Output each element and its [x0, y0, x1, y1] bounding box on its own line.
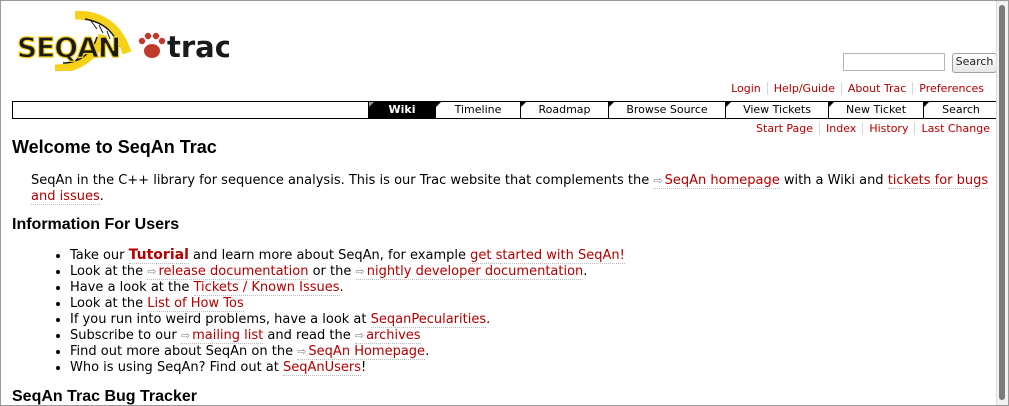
list-item-text: .	[583, 264, 588, 279]
list-item-link[interactable]: ⇨ archives	[354, 328, 421, 344]
list-item-text: Find out more about SeqAn on the	[70, 344, 298, 359]
about-trac-link[interactable]: About Trac	[840, 82, 913, 95]
intro-text: SeqAn in the C++ library for sequence an…	[31, 173, 654, 188]
list-item-text: Subscribe to our	[70, 328, 181, 343]
bug-tracker-heading: SeqAn Trac Bug Tracker	[12, 388, 197, 405]
list-item-text: or the	[308, 264, 356, 279]
preferences-link[interactable]: Preferences	[912, 82, 990, 95]
list-item-link[interactable]: Tutorial	[128, 247, 189, 264]
list-item-link[interactable]: List of How Tos	[147, 296, 244, 312]
list-item-text: .	[425, 344, 430, 359]
list-item-link-label: Tickets / Known Issues	[193, 280, 340, 295]
context-navigation: Start Page Index History Last Change	[750, 122, 996, 135]
list-item-text: Look at the	[70, 264, 148, 279]
list-item-link[interactable]: ⇨ SeqAn Homepage	[297, 344, 426, 360]
scrollbar-thumb[interactable]	[999, 5, 1005, 400]
logo-text-seqan: SEQAN	[17, 31, 120, 64]
list-item-link-label: archives	[366, 328, 421, 343]
list-item-text: If you run into weird problems, have a l…	[70, 312, 371, 327]
external-link-icon: ⇨	[653, 174, 663, 187]
intro-paragraph: SeqAn in the C++ library for sequence an…	[31, 173, 991, 205]
intro-text: .	[99, 189, 104, 204]
list-item: Find out more about SeqAn on the ⇨SeqAn …	[70, 344, 625, 360]
list-item: If you run into weird problems, have a l…	[70, 312, 625, 328]
meta-navigation: Login Help/Guide About Trac Preferences	[725, 82, 990, 95]
list-item-link-label: SeqAn Homepage	[308, 344, 426, 359]
list-item-link[interactable]: ⇨ nightly developer documentation	[355, 264, 584, 280]
seqan-homepage-link-label: SeqAn homepage	[664, 173, 780, 188]
list-item: Have a look at the Tickets / Known Issue…	[70, 280, 625, 296]
list-item-text: .	[339, 280, 344, 295]
paw-icon	[138, 32, 166, 58]
list-item-text: !	[361, 360, 367, 375]
main-navigation: Wiki Timeline Roadmap Browse Source View…	[12, 101, 999, 119]
tab-roadmap[interactable]: Roadmap	[520, 102, 608, 118]
seqan-trac-logo[interactable]: SEQAN trac	[15, 11, 229, 71]
intro-text: with a Wiki and	[779, 173, 888, 188]
tab-view-tickets[interactable]: View Tickets	[725, 102, 828, 118]
browser-page: SEQAN trac Search Login Help/Guide About T…	[0, 0, 1009, 406]
tab-search[interactable]: Search	[923, 102, 998, 118]
history-link[interactable]: History	[862, 122, 915, 135]
list-item-link-label: Tutorial	[128, 247, 189, 263]
list-item-link-label: release documentation	[158, 264, 309, 279]
list-item-text: and read the	[263, 328, 355, 343]
list-item-link[interactable]: Tickets / Known Issues	[193, 280, 340, 296]
list-item: Look at the ⇨release documentation or th…	[70, 264, 625, 280]
list-item-link[interactable]: ⇨ mailing list	[180, 328, 264, 344]
list-item-link-label: mailing list	[192, 328, 264, 343]
vertical-scrollbar[interactable]	[996, 1, 1008, 405]
list-item-text: Take our	[70, 248, 129, 263]
index-link[interactable]: Index	[819, 122, 863, 135]
start-page-link[interactable]: Start Page	[750, 122, 819, 135]
list-item: Who is using SeqAn? Find out at SeqAnUse…	[70, 360, 625, 376]
help-guide-link[interactable]: Help/Guide	[766, 82, 841, 95]
list-item-link-label: get started with SeqAn!	[470, 248, 625, 263]
external-link-icon: ⇨	[180, 329, 191, 342]
list-item: Look at the List of How Tos	[70, 296, 625, 312]
list-item-link-label: SeqAnUsers	[283, 360, 362, 375]
search-input[interactable]	[843, 53, 945, 71]
main-navigation-spacer	[13, 102, 368, 118]
search-button[interactable]: Search	[952, 53, 997, 73]
tab-new-ticket[interactable]: New Ticket	[828, 102, 923, 118]
external-link-icon: ⇨	[354, 329, 365, 342]
external-link-icon: ⇨	[297, 345, 307, 358]
list-item-text: and learn more about SeqAn, for example	[188, 248, 471, 263]
list-item-text: Have a look at the	[70, 280, 194, 295]
tab-wiki[interactable]: Wiki	[368, 102, 435, 118]
users-list: Take our Tutorial and learn more about S…	[12, 247, 625, 376]
last-change-link[interactable]: Last Change	[914, 122, 996, 135]
tab-browse-source[interactable]: Browse Source	[608, 102, 725, 118]
users-heading: Information For Users	[12, 216, 180, 233]
list-item-link[interactable]: ⇨ release documentation	[147, 264, 309, 280]
logo-text-trac: trac	[167, 30, 229, 64]
list-item-link[interactable]: get started with SeqAn!	[470, 248, 625, 264]
list-item-text: .	[486, 312, 491, 327]
external-link-icon: ⇨	[355, 265, 365, 278]
list-item-link[interactable]: SeqAnUsers	[283, 360, 362, 376]
list-item-link[interactable]: SeqanPecularities	[370, 312, 487, 328]
tab-timeline[interactable]: Timeline	[435, 102, 520, 118]
page-title: Welcome to SeqAn Trac	[12, 137, 217, 157]
list-item: Take our Tutorial and learn more about S…	[70, 247, 625, 264]
list-item-link-label: SeqanPecularities	[370, 312, 487, 327]
list-item-text: Look at the	[70, 296, 148, 311]
list-item-text: Who is using SeqAn? Find out at	[70, 360, 283, 375]
list-item-link-label: List of How Tos	[147, 296, 244, 311]
external-link-icon: ⇨	[147, 265, 157, 278]
seqan-homepage-link[interactable]: ⇨ SeqAn homepage	[653, 173, 780, 189]
login-link[interactable]: Login	[725, 82, 767, 95]
list-item-link-label: nightly developer documentation	[366, 264, 584, 279]
list-item: Subscribe to our ⇨mailing list and read …	[70, 328, 625, 344]
